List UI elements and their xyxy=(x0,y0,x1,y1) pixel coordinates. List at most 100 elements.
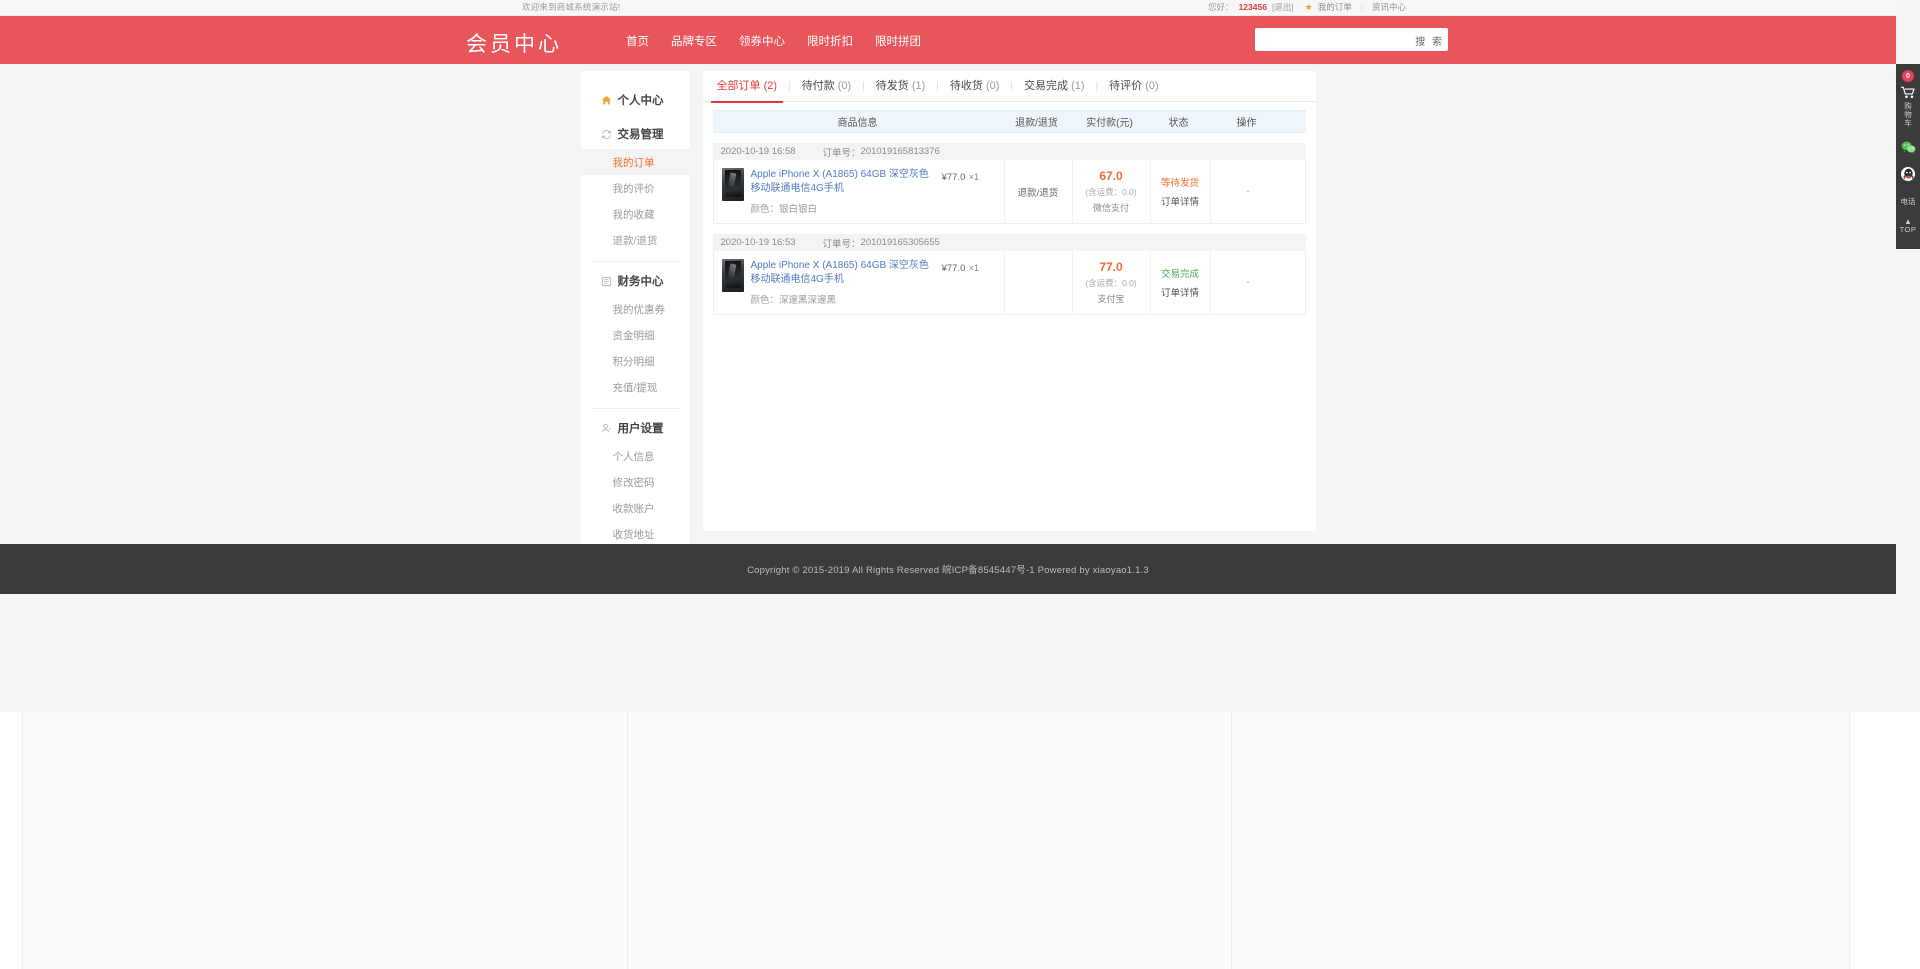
tab-pending-payment[interactable]: 待付款 (0) xyxy=(800,71,854,102)
my-orders-link[interactable]: 我的订单 xyxy=(1318,1,1352,13)
search-button[interactable]: 搜 索 xyxy=(1415,33,1444,48)
quantity: ×1 xyxy=(969,263,979,273)
sidebar-item-my-coupons[interactable]: 我的优惠券 xyxy=(581,296,690,322)
sidebar-item-points-details[interactable]: 积分明细 xyxy=(581,348,690,374)
tab-all-orders[interactable]: 全部订单 (2) xyxy=(715,71,780,102)
sidebar-divider xyxy=(591,408,680,409)
nav-item-home[interactable]: 首页 xyxy=(626,33,649,49)
sidebar-item-my-orders[interactable]: 我的订单 xyxy=(581,149,690,175)
product-thumbnail[interactable] xyxy=(722,168,744,201)
orders-table-header: 商品信息 退款/退货 实付款(元) 状态 操作 xyxy=(713,110,1306,133)
order-number: 201019165305655 xyxy=(861,237,940,248)
order-detail-link[interactable]: 订单详情 xyxy=(1161,194,1199,208)
wechat-icon xyxy=(1901,141,1916,154)
payment-method: 支付宝 xyxy=(1097,292,1124,305)
order-qty-cell: ¥77.0 ×1 xyxy=(942,168,998,215)
order-payment-cell: 67.0 (含运费：0.0) 微信支付 xyxy=(1072,160,1150,223)
order-detail-link[interactable]: 订单详情 xyxy=(1161,285,1199,299)
product-color-label: 颜色： xyxy=(751,204,780,215)
tab-count: (0) xyxy=(1145,80,1158,92)
qq-icon xyxy=(1901,167,1915,181)
greeting-label: 您好： xyxy=(1208,1,1234,13)
tab-count: (1) xyxy=(912,80,925,92)
order-status-cell: 交易完成 订单详情 xyxy=(1150,251,1210,314)
cart-rail-item[interactable]: 0 购物车 xyxy=(1896,64,1920,135)
sidebar-group-title: 用户设置 xyxy=(618,420,664,436)
sidebar-item-personal-center[interactable]: 个人中心 xyxy=(581,85,690,115)
sidebar-item-finance-center[interactable]: 财务中心 xyxy=(581,266,690,296)
tab-pending-receipt[interactable]: 待收货 (0) xyxy=(948,71,1002,102)
order-number-label: 订单号： xyxy=(823,145,861,159)
order-row: Apple iPhone X (A1865) 64GB 深空灰色 移动联通电信4… xyxy=(713,251,1306,315)
quantity: ×1 xyxy=(969,172,979,182)
tab-label: 待付款 xyxy=(802,80,835,92)
order-goods-cell: Apple iPhone X (A1865) 64GB 深空灰色 移动联通电信4… xyxy=(714,251,1004,314)
order-card: 2020-10-19 16:53 订单号： 201019165305655 Ap… xyxy=(713,234,1306,315)
desktop-below-viewport xyxy=(0,712,1920,969)
nav-item-group-buy[interactable]: 限时拼团 xyxy=(875,33,921,49)
news-center-link[interactable]: 资讯中心 xyxy=(1372,1,1406,13)
cart-badge: 0 xyxy=(1902,70,1914,82)
sidebar-group-title: 交易管理 xyxy=(618,126,664,142)
sidebar-item-recharge-withdraw[interactable]: 充值/提现 xyxy=(581,374,690,400)
logout-link[interactable]: [退出] xyxy=(1272,1,1294,13)
sidebar-group-user-settings: 用户设置 个人信息 修改密码 收款账户 收货地址 xyxy=(581,413,690,547)
order-tabs: 全部订单 (2) | 待付款 (0) | 待发货 (1) xyxy=(703,71,1316,102)
product-color-value: 银白银白 xyxy=(779,204,817,215)
tab-label: 待发货 xyxy=(876,80,909,92)
sidebar-item-personal-info[interactable]: 个人信息 xyxy=(581,443,690,469)
sidebar-item-user-settings[interactable]: 用户设置 xyxy=(581,413,690,443)
tab-divider: | xyxy=(862,81,865,92)
tab-divider: | xyxy=(1010,81,1013,92)
sidebar-item-refunds[interactable]: 退款/退货 xyxy=(581,227,690,253)
payment-method: 微信支付 xyxy=(1093,201,1129,214)
tab-label: 待评价 xyxy=(1109,80,1142,92)
phone-label: 电话 xyxy=(1901,197,1916,206)
phone-rail-item[interactable]: 电话 xyxy=(1896,188,1920,213)
column-header-payment: 实付款(元) xyxy=(1071,114,1149,129)
order-meta: 2020-10-19 16:53 订单号： 201019165305655 xyxy=(713,234,1306,251)
unit-price: ¥77.0 xyxy=(942,263,966,274)
order-number: 201019165813376 xyxy=(861,146,940,157)
sidebar-divider xyxy=(591,261,680,262)
transaction-icon xyxy=(601,129,612,140)
tab-divider: | xyxy=(936,81,939,92)
product-color: 颜色：银白银白 xyxy=(751,201,942,215)
tab-completed[interactable]: 交易完成 (1) xyxy=(1022,71,1087,102)
sidebar-item-transaction-mgmt[interactable]: 交易管理 xyxy=(581,119,690,149)
orders-panel: 全部订单 (2) | 待付款 (0) | 待发货 (1) xyxy=(703,71,1316,531)
order-goods-cell: Apple iPhone X (A1865) 64GB 深空灰色 移动联通电信4… xyxy=(714,160,1004,223)
main-wrap: 个人中心 交易管理 我的订单 我的评价 我的收藏 退款/退 xyxy=(0,64,1896,544)
order-payment-cell: 77.0 (含运费：0.0) 支付宝 xyxy=(1072,251,1150,314)
order-row: Apple iPhone X (A1865) 64GB 深空灰色 移动联通电信4… xyxy=(713,160,1306,224)
tab-pending-review[interactable]: 待评价 (0) xyxy=(1107,71,1161,102)
sidebar-item-my-favorites[interactable]: 我的收藏 xyxy=(581,201,690,227)
sidebar-group-personal: 个人中心 xyxy=(581,85,690,115)
nav-item-coupons[interactable]: 领券中心 xyxy=(739,33,785,49)
site-logo[interactable]: 会员中心 xyxy=(466,28,562,58)
search-input[interactable] xyxy=(1261,28,1401,51)
tab-pending-shipment[interactable]: 待发货 (1) xyxy=(874,71,928,102)
sidebar-group-title: 财务中心 xyxy=(618,273,664,289)
product-color-label: 颜色： xyxy=(751,295,780,306)
finance-icon xyxy=(601,276,612,287)
wechat-rail-item[interactable] xyxy=(1896,135,1920,161)
nav-item-flash-sale[interactable]: 限时折扣 xyxy=(807,33,853,49)
product-name-link[interactable]: Apple iPhone X (A1865) 64GB 深空灰色 移动联通电信4… xyxy=(751,168,942,196)
product-thumbnail[interactable] xyxy=(722,259,744,292)
order-card: 2020-10-19 16:58 订单号： 201019165813376 Ap… xyxy=(713,143,1306,224)
sidebar-item-payment-account[interactable]: 收款账户 xyxy=(581,495,690,521)
sidebar-item-fund-details[interactable]: 资金明细 xyxy=(581,322,690,348)
top-user-actions: 您好： 123456 [退出] ★ 我的订单 | 资讯中心 xyxy=(1208,1,1406,13)
user-icon xyxy=(601,423,612,434)
sidebar-item-my-reviews[interactable]: 我的评价 xyxy=(581,175,690,201)
qq-rail-item[interactable] xyxy=(1896,161,1920,188)
nav-item-brands[interactable]: 品牌专区 xyxy=(671,33,717,49)
order-operation-cell: - xyxy=(1210,251,1286,314)
copyright-text: Copyright © 2015-2019 All Rights Reserve… xyxy=(747,562,1149,576)
product-name-link[interactable]: Apple iPhone X (A1865) 64GB 深空灰色 移动联通电信4… xyxy=(751,259,942,287)
order-refund-cell[interactable]: 退款/退货 xyxy=(1004,160,1072,223)
back-to-top-button[interactable]: ▲ TOP xyxy=(1896,213,1920,241)
order-status-cell: 等待发货 订单详情 xyxy=(1150,160,1210,223)
sidebar-item-change-password[interactable]: 修改密码 xyxy=(581,469,690,495)
